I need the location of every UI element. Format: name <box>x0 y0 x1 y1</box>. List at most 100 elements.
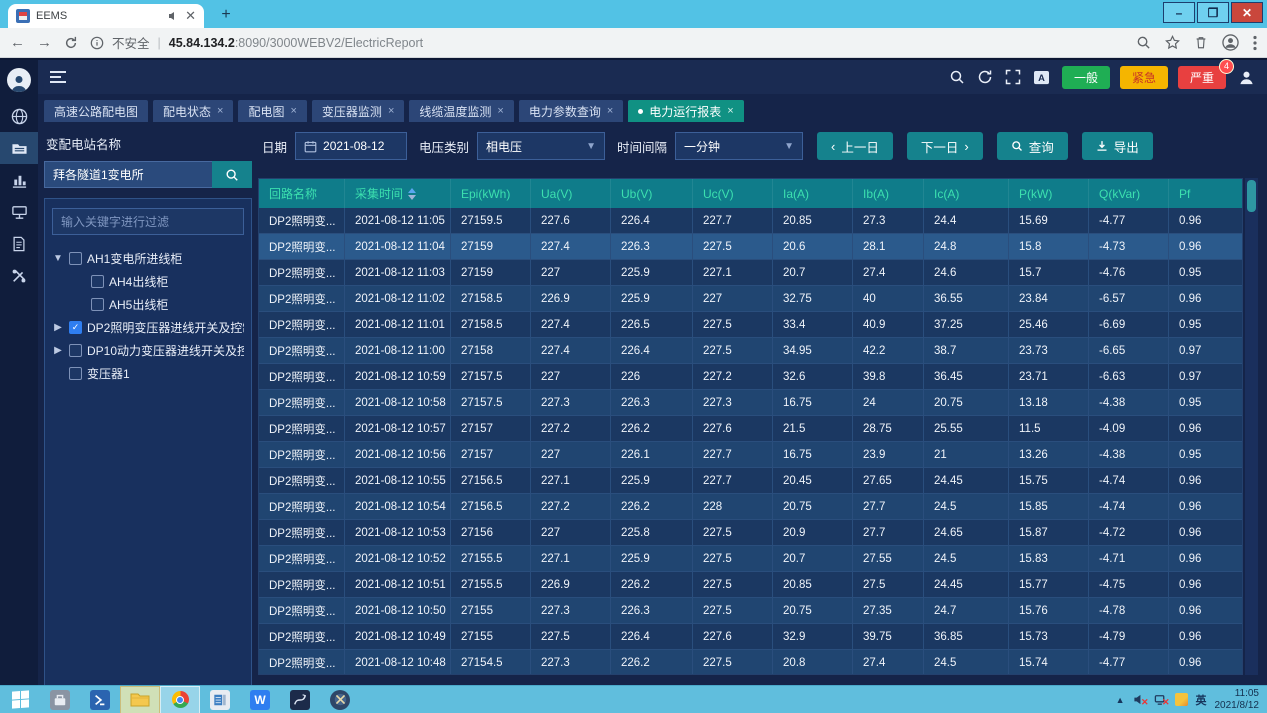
table-row[interactable]: DP2照明变...2021-08-12 10:5927157.522722622… <box>259 364 1242 390</box>
query-button[interactable]: 查询 <box>997 132 1068 160</box>
table-row[interactable]: DP2照明变...2021-08-12 11:0027158227.4226.4… <box>259 338 1242 364</box>
column-header[interactable]: Epi(kWh) <box>451 179 531 208</box>
nav-tab[interactable]: 电力参数查询× <box>519 100 623 122</box>
user-avatar[interactable] <box>0 60 38 100</box>
document-report-icon[interactable] <box>0 228 38 260</box>
table-row[interactable]: DP2照明变...2021-08-12 10:4827154.5227.3226… <box>259 650 1242 675</box>
search-icon[interactable] <box>949 69 965 85</box>
tree-item[interactable]: AH5出线柜 <box>52 293 244 316</box>
column-header[interactable]: 采集时间 <box>345 179 451 208</box>
column-header[interactable]: P(kW) <box>1009 179 1089 208</box>
monitor-app-icon[interactable] <box>200 686 240 713</box>
tab-close-icon[interactable]: × <box>290 105 296 117</box>
bookmark-star-icon[interactable] <box>1165 35 1180 50</box>
tab-close-icon[interactable]: × <box>727 105 733 117</box>
tab-close-icon[interactable]: × <box>388 105 394 117</box>
table-row[interactable]: DP2照明变...2021-08-12 10:5827157.5227.3226… <box>259 390 1242 416</box>
minimize-button[interactable]: – <box>1163 2 1195 23</box>
tab-close-icon[interactable]: × <box>217 105 223 117</box>
interval-select[interactable]: 一分钟 ▼ <box>675 132 803 160</box>
table-row[interactable]: DP2照明变...2021-08-12 11:0127158.5227.4226… <box>259 312 1242 338</box>
table-row[interactable]: DP2照明变...2021-08-12 11:0527159.5227.6226… <box>259 208 1242 234</box>
table-row[interactable]: DP2照明变...2021-08-12 10:5027155227.3226.3… <box>259 598 1242 624</box>
wps-app-icon[interactable]: W <box>240 686 280 713</box>
ime-icon[interactable] <box>1175 693 1188 706</box>
next-day-button[interactable]: 下一日› <box>907 132 983 160</box>
column-header[interactable]: 回路名称 <box>259 179 345 208</box>
curve-app-icon[interactable] <box>280 686 320 713</box>
tree-checkbox[interactable] <box>91 275 104 288</box>
table-row[interactable]: DP2照明变...2021-08-12 10:5527156.5227.1225… <box>259 468 1242 494</box>
table-row[interactable]: DP2照明变...2021-08-12 10:5127155.5226.9226… <box>259 572 1242 598</box>
user-icon[interactable] <box>1238 69 1255 86</box>
table-row[interactable]: DP2照明变...2021-08-12 10:5627157227226.122… <box>259 442 1242 468</box>
nav-tab[interactable]: 变压器监测× <box>312 100 404 122</box>
profile-avatar-icon[interactable] <box>1222 34 1239 51</box>
tree-filter-input[interactable] <box>52 208 244 235</box>
voltage-type-select[interactable]: 相电压 ▼ <box>477 132 605 160</box>
table-row[interactable]: DP2照明变...2021-08-12 10:5427156.5227.2226… <box>259 494 1242 520</box>
table-row[interactable]: DP2照明变...2021-08-12 10:4927155227.5226.4… <box>259 624 1242 650</box>
start-button[interactable] <box>0 686 40 713</box>
column-header[interactable]: Ib(A) <box>853 179 924 208</box>
expander-right-icon[interactable]: ▶ <box>52 345 64 356</box>
nav-tab[interactable]: 线缆温度监测× <box>409 100 513 122</box>
nav-tab[interactable]: 配电图× <box>238 100 306 122</box>
tree-checkbox[interactable] <box>69 344 82 357</box>
column-header[interactable]: Uc(V) <box>693 179 773 208</box>
reports-folder-icon[interactable] <box>0 132 38 164</box>
fullscreen-icon[interactable] <box>1005 69 1021 85</box>
info-icon[interactable] <box>90 36 104 50</box>
table-scrollbar[interactable] <box>1245 178 1258 675</box>
tree-item[interactable]: ▼AH1变电所进线柜 <box>52 247 244 270</box>
hidden-icons-arrow[interactable]: ▲ <box>1116 695 1125 705</box>
tree-checkbox[interactable] <box>91 298 104 311</box>
reload-icon[interactable] <box>64 36 78 50</box>
table-row[interactable]: DP2照明变...2021-08-12 11:0427159227.4226.3… <box>259 234 1242 260</box>
column-header[interactable]: Ic(A) <box>924 179 1009 208</box>
tab-audio-icon[interactable] <box>167 10 179 22</box>
alarm-badge[interactable]: 一般 <box>1062 66 1110 89</box>
table-row[interactable]: DP2照明变...2021-08-12 10:5727157227.2226.2… <box>259 416 1242 442</box>
export-button[interactable]: 导出 <box>1082 132 1153 160</box>
tree-item[interactable]: ▶DP10动力变压器进线开关及控制室 <box>52 339 244 362</box>
alarm-badge[interactable]: 紧急 <box>1120 66 1168 89</box>
globe-icon[interactable] <box>0 100 38 132</box>
maximize-button[interactable]: ❐ <box>1197 2 1229 23</box>
tree-checkbox[interactable]: ✓ <box>69 321 82 334</box>
nav-tab[interactable]: 高速公路配电图 <box>44 100 148 122</box>
monitor-device-icon[interactable] <box>0 196 38 228</box>
column-header[interactable]: Pf <box>1169 179 1243 208</box>
browser-menu-icon[interactable] <box>1253 35 1257 51</box>
taskbar-clock[interactable]: 11:05 2021/8/12 <box>1215 688 1260 712</box>
trash-icon[interactable] <box>1194 35 1208 50</box>
menu-toggle-icon[interactable] <box>50 71 66 83</box>
column-header[interactable]: Ua(V) <box>531 179 611 208</box>
address-bar[interactable]: 不安全 | 45.84.134.2:8090/3000WEBV2/Electri… <box>90 33 1124 52</box>
sort-icon[interactable] <box>408 188 416 200</box>
expander-right-icon[interactable]: ▶ <box>52 322 64 333</box>
server-manager-icon[interactable] <box>40 686 80 713</box>
table-row[interactable]: DP2照明变...2021-08-12 10:5227155.5227.1225… <box>259 546 1242 572</box>
table-row[interactable]: DP2照明变...2021-08-12 11:0327159227225.922… <box>259 260 1242 286</box>
chrome-icon[interactable] <box>160 686 200 713</box>
zoom-icon[interactable] <box>1136 35 1151 50</box>
column-header[interactable]: Ub(V) <box>611 179 693 208</box>
table-row[interactable]: DP2照明变...2021-08-12 11:0227158.5226.9225… <box>259 286 1242 312</box>
station-search-button[interactable] <box>212 161 252 188</box>
network-disconnected-icon[interactable]: ✕ <box>1154 693 1167 706</box>
language-indicator[interactable]: 英 <box>1196 692 1207 708</box>
bar-chart-icon[interactable] <box>0 164 38 196</box>
alarm-badge[interactable]: 严重4 <box>1178 66 1226 89</box>
date-input[interactable]: 2021-08-12 <box>295 132 407 160</box>
tab-close-icon[interactable]: × <box>607 105 613 117</box>
tree-checkbox[interactable] <box>69 252 82 265</box>
translate-icon[interactable]: A <box>1033 70 1050 85</box>
nav-tab[interactable]: 配电状态× <box>153 100 233 122</box>
tools-icon[interactable] <box>0 260 38 292</box>
back-icon[interactable]: ← <box>10 34 25 51</box>
tree-checkbox[interactable] <box>69 367 82 380</box>
station-name-input[interactable]: 拜各隧道1变电所 <box>44 161 212 188</box>
tree-item[interactable]: ▶✓DP2照明变压器进线开关及控制室 <box>52 316 244 339</box>
scrollbar-thumb[interactable] <box>1247 180 1256 212</box>
